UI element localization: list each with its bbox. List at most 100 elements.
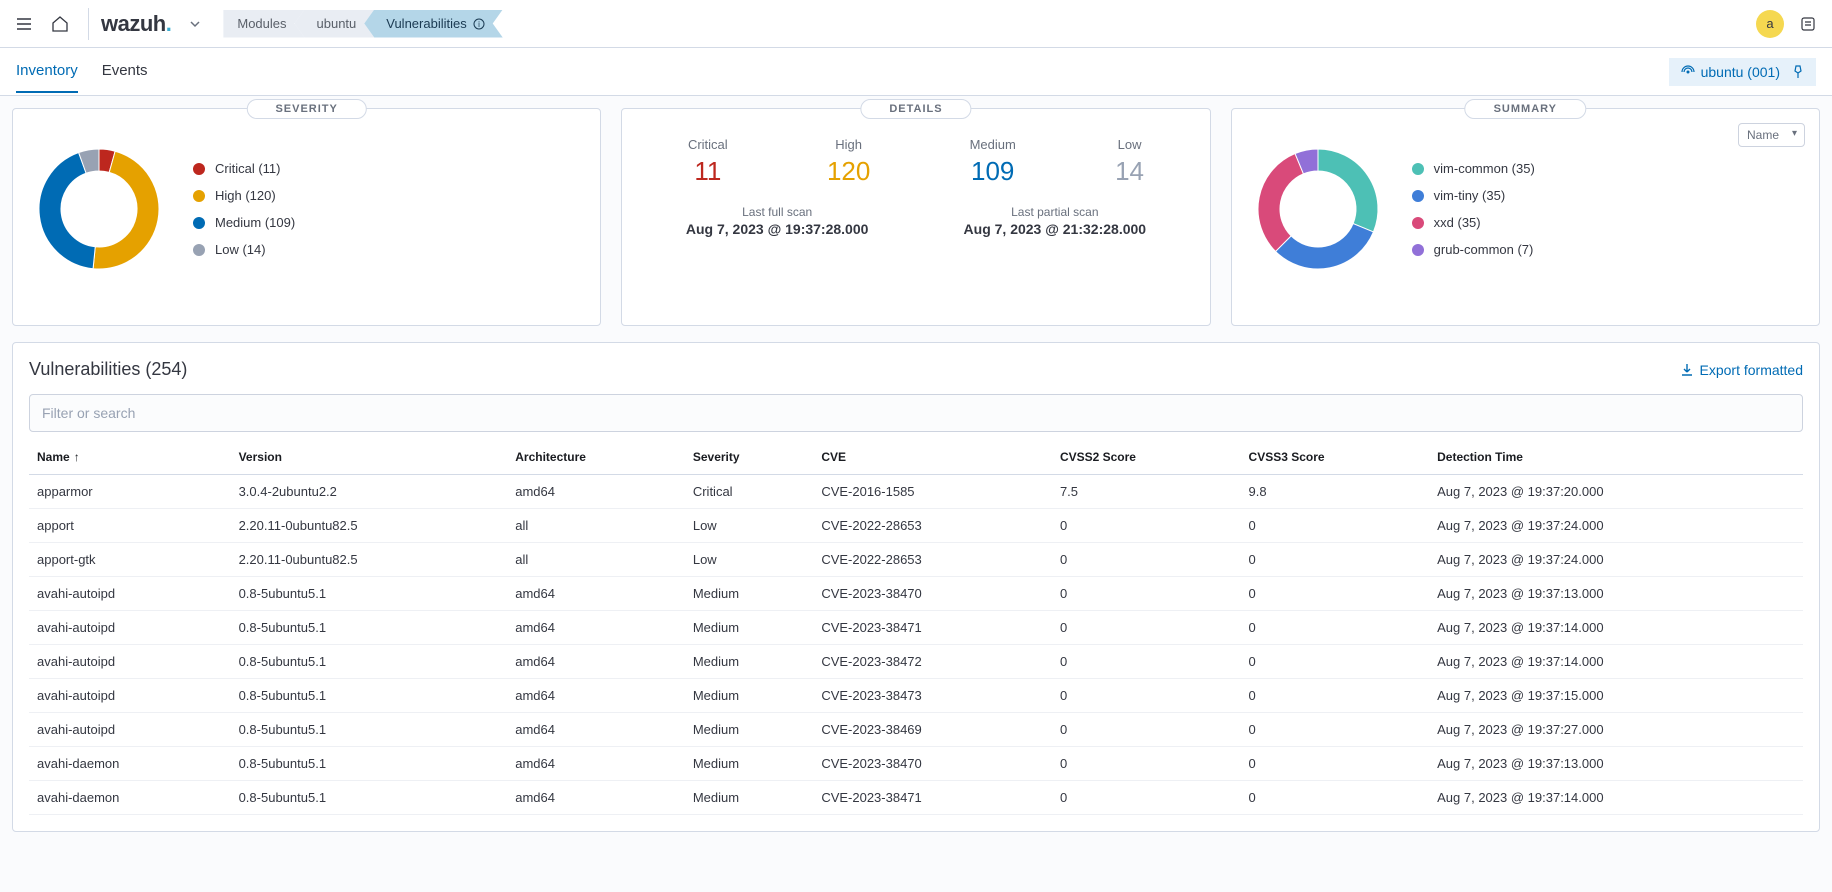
- cell-arch: amd64: [507, 645, 685, 679]
- legend-item[interactable]: vim-tiny (35): [1412, 188, 1535, 203]
- cell-severity: Low: [685, 543, 813, 577]
- legend-label: vim-tiny (35): [1434, 188, 1506, 203]
- cell-cvss2: 0: [1052, 577, 1241, 611]
- cell-version: 0.8-5ubuntu5.1: [231, 611, 508, 645]
- cell-severity: Medium: [685, 645, 813, 679]
- column-header[interactable]: Severity: [685, 440, 813, 475]
- summary-select-input[interactable]: Name: [1738, 123, 1805, 147]
- avatar[interactable]: a: [1756, 10, 1784, 38]
- cell-time: Aug 7, 2023 @ 19:37:13.000: [1429, 747, 1803, 781]
- table-row[interactable]: avahi-autoipd0.8-5ubuntu5.1amd64MediumCV…: [29, 577, 1803, 611]
- cell-cvss3: 0: [1241, 611, 1430, 645]
- column-header[interactable]: Detection Time: [1429, 440, 1803, 475]
- table-row[interactable]: avahi-autoipd0.8-5ubuntu5.1amd64MediumCV…: [29, 713, 1803, 747]
- legend-item[interactable]: Low (14): [193, 242, 295, 257]
- filter-input[interactable]: [29, 394, 1803, 432]
- legend-item[interactable]: High (120): [193, 188, 295, 203]
- severity-legend: Critical (11) High (120) Medium (109) Low (…: [193, 161, 295, 257]
- table-row[interactable]: avahi-autoipd0.8-5ubuntu5.1amd64MediumCV…: [29, 679, 1803, 713]
- detail-stat: Low14: [1115, 137, 1144, 187]
- logo: wazuh.: [101, 11, 171, 37]
- vuln-table: Name↑VersionArchitectureSeverityCVECVSS2…: [29, 440, 1803, 815]
- table-row[interactable]: avahi-daemon0.8-5ubuntu5.1amd64MediumCVE…: [29, 781, 1803, 815]
- cell-cvss2: 0: [1052, 747, 1241, 781]
- table-row[interactable]: avahi-autoipd0.8-5ubuntu5.1amd64MediumCV…: [29, 645, 1803, 679]
- crumb-vulnerabilities[interactable]: Vulnerabilities i: [364, 10, 502, 38]
- sort-asc-icon: ↑: [74, 450, 80, 464]
- table-row[interactable]: apport2.20.11-0ubuntu82.5allLowCVE-2022-…: [29, 509, 1803, 543]
- legend-item[interactable]: vim-common (35): [1412, 161, 1535, 176]
- table-row[interactable]: avahi-daemon0.8-5ubuntu5.1amd64MediumCVE…: [29, 747, 1803, 781]
- panel-title: SUMMARY: [1465, 99, 1586, 119]
- swatch-icon: [1412, 244, 1424, 256]
- tab-inventory[interactable]: Inventory: [16, 62, 78, 93]
- topbar-right: a: [1756, 8, 1824, 40]
- cell-time: Aug 7, 2023 @ 19:37:14.000: [1429, 781, 1803, 815]
- cell-version: 0.8-5ubuntu5.1: [231, 679, 508, 713]
- export-button[interactable]: Export formatted: [1680, 362, 1804, 378]
- agent-badge[interactable]: ubuntu (001): [1669, 58, 1816, 86]
- detail-label: Medium: [970, 137, 1016, 152]
- crumb-modules[interactable]: Modules: [223, 10, 304, 38]
- table-row[interactable]: apparmor3.0.4-2ubuntu2.2amd64CriticalCVE…: [29, 475, 1803, 509]
- detail-stat: Critical11: [688, 137, 728, 187]
- scan-label: Last full scan: [686, 205, 869, 219]
- cell-arch: all: [507, 509, 685, 543]
- legend-label: Low (14): [215, 242, 266, 257]
- scan-label: Last partial scan: [964, 205, 1147, 219]
- swatch-icon: [193, 190, 205, 202]
- legend-label: High (120): [215, 188, 276, 203]
- cell-name: avahi-autoipd: [29, 577, 231, 611]
- summary-body: vim-common (35) vim-tiny (35) xxd (35) grub…: [1248, 129, 1803, 279]
- subheader: Inventory Events ubuntu (001): [0, 48, 1832, 96]
- cell-cvss3: 0: [1241, 713, 1430, 747]
- column-header[interactable]: Architecture: [507, 440, 685, 475]
- details-panel: DETAILS Critical11High120Medium109Low14 …: [621, 108, 1210, 326]
- newsfeed-button[interactable]: [1792, 8, 1824, 40]
- legend-item[interactable]: grub-common (7): [1412, 242, 1535, 257]
- cell-arch: amd64: [507, 679, 685, 713]
- column-header[interactable]: Version: [231, 440, 508, 475]
- panel-title: DETAILS: [860, 99, 971, 119]
- vuln-title: Vulnerabilities (254): [29, 359, 187, 380]
- cell-time: Aug 7, 2023 @ 19:37:15.000: [1429, 679, 1803, 713]
- cell-cve: CVE-2016-1585: [813, 475, 1052, 509]
- cell-arch: amd64: [507, 475, 685, 509]
- legend-item[interactable]: xxd (35): [1412, 215, 1535, 230]
- crumb-ubuntu[interactable]: ubuntu: [295, 10, 375, 38]
- detail-value: 120: [827, 156, 870, 187]
- app-switcher[interactable]: [179, 8, 211, 40]
- table-row[interactable]: apport-gtk2.20.11-0ubuntu82.5allLowCVE-2…: [29, 543, 1803, 577]
- vulnerabilities-panel: Vulnerabilities (254) Export formatted N…: [12, 342, 1820, 832]
- detail-stat: Medium109: [970, 137, 1016, 187]
- cell-arch: amd64: [507, 747, 685, 781]
- cell-time: Aug 7, 2023 @ 19:37:20.000: [1429, 475, 1803, 509]
- legend-item[interactable]: Medium (109): [193, 215, 295, 230]
- cell-cvss2: 0: [1052, 543, 1241, 577]
- home-button[interactable]: [44, 8, 76, 40]
- column-header[interactable]: Name↑: [29, 440, 231, 475]
- menu-button[interactable]: [8, 8, 40, 40]
- cell-name: avahi-autoipd: [29, 611, 231, 645]
- cell-arch: amd64: [507, 577, 685, 611]
- crumb-label: ubuntu: [317, 16, 357, 31]
- cell-version: 0.8-5ubuntu5.1: [231, 645, 508, 679]
- panel-title: SEVERITY: [246, 99, 366, 119]
- panels-row: SEVERITY Critical (11)High (120)Medium (…: [12, 108, 1820, 326]
- cell-cvss3: 0: [1241, 509, 1430, 543]
- cell-time: Aug 7, 2023 @ 19:37:27.000: [1429, 713, 1803, 747]
- cell-cvss3: 0: [1241, 645, 1430, 679]
- cell-cve: CVE-2023-38471: [813, 611, 1052, 645]
- table-row[interactable]: avahi-autoipd0.8-5ubuntu5.1amd64MediumCV…: [29, 611, 1803, 645]
- column-header[interactable]: CVSS2 Score: [1052, 440, 1241, 475]
- summary-select[interactable]: Name: [1738, 123, 1805, 147]
- detail-label: Low: [1115, 137, 1144, 152]
- cell-severity: Critical: [685, 475, 813, 509]
- agent-label: ubuntu (001): [1701, 64, 1780, 80]
- column-header[interactable]: CVSS3 Score: [1241, 440, 1430, 475]
- cell-cve: CVE-2022-28653: [813, 543, 1052, 577]
- scan-time: Aug 7, 2023 @ 21:32:28.000: [964, 221, 1147, 237]
- legend-item[interactable]: Critical (11): [193, 161, 295, 176]
- tab-events[interactable]: Events: [102, 62, 148, 93]
- column-header[interactable]: CVE: [813, 440, 1052, 475]
